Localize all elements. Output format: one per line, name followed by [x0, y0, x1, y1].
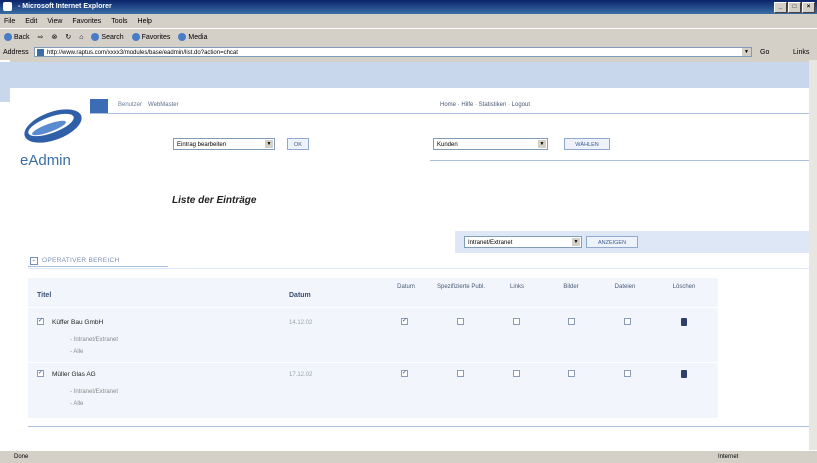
header-title: Titel [37, 292, 52, 299]
back-icon [4, 33, 12, 41]
back-button[interactable]: Back [4, 33, 30, 41]
menu-edit[interactable]: Edit [25, 18, 37, 25]
row-date: 14.12.02 [289, 320, 313, 326]
favorites-button[interactable]: Favorites [131, 33, 170, 41]
go-button[interactable]: Go [760, 49, 769, 56]
datum-checkbox[interactable]: ✓ [401, 318, 408, 325]
status-text: Done [14, 454, 29, 460]
menu-file[interactable]: File [4, 18, 15, 25]
page-icon [37, 49, 44, 56]
chevron-down-icon: ▼ [538, 140, 546, 148]
header-spec: Spezifizierte Publ. [436, 284, 486, 290]
divider [430, 160, 810, 161]
search-button[interactable]: Search [91, 33, 124, 41]
eadmin-logo-icon [24, 109, 82, 143]
files-checkbox[interactable] [624, 318, 631, 325]
ie-icon [3, 2, 12, 11]
media-icon [178, 33, 187, 41]
images-checkbox[interactable] [568, 370, 575, 377]
address-label: Address [3, 49, 29, 56]
action-select[interactable]: Eintrag bearbeiten ▼ [173, 138, 275, 150]
datum-checkbox[interactable]: ✓ [401, 370, 408, 377]
trash-icon[interactable] [681, 370, 687, 378]
menu-help[interactable]: Help [138, 18, 152, 25]
scrollbar[interactable] [809, 60, 817, 450]
filter-select[interactable]: Intranet/Extranet ▼ [464, 236, 582, 248]
stop-icon[interactable]: ⊗ [51, 33, 57, 41]
menu-tools[interactable]: Tools [111, 18, 127, 25]
show-button[interactable]: ANZEIGEN [586, 236, 638, 248]
links-button[interactable]: Links [793, 49, 809, 56]
zone-text: Internet [718, 454, 739, 460]
ok-button[interactable]: OK [287, 138, 309, 150]
chevron-down-icon: ▼ [265, 140, 273, 148]
footer-divider [28, 426, 810, 427]
header-files: Dateien [614, 284, 636, 290]
minimize-button[interactable]: _ [774, 2, 787, 13]
row-select-checkbox[interactable]: ✓ [37, 370, 44, 377]
home-icon[interactable]: ⌂ [79, 34, 83, 41]
nav-accent [90, 99, 108, 113]
links-checkbox[interactable] [513, 318, 520, 325]
row-title[interactable]: Küffer Bau GmbH [52, 319, 103, 326]
top-navigation: Benutzer WebMaster Home · Hilfe · Statist… [90, 99, 817, 114]
forward-icon[interactable]: ⇨ [38, 33, 44, 41]
spec-checkbox[interactable] [457, 318, 464, 325]
window-titlebar: - Microsoft Internet Explorer _ □ × [0, 0, 817, 14]
row-sub-audience: - Alle [70, 401, 84, 407]
menu-favorites[interactable]: Favorites [72, 18, 101, 25]
header-links: Links [509, 284, 524, 290]
header-date: Datum [289, 292, 311, 299]
logo-text: eAdmin [20, 152, 71, 169]
row-title[interactable]: Müller Glas AG [52, 371, 96, 378]
media-button[interactable]: Media [178, 33, 207, 41]
address-bar: Address http://www.raptus.com/xxxx3/modu… [0, 45, 817, 60]
refresh-icon[interactable]: ↻ [65, 33, 71, 41]
maximize-button[interactable]: □ [788, 2, 801, 13]
browser-toolbar: Back ⇨ ⊗ ↻ ⌂ Search Favorites Media [0, 28, 817, 45]
window-title: - Microsoft Internet Explorer [18, 3, 112, 10]
spec-checkbox[interactable] [457, 370, 464, 377]
row-sub-channel: - Intranet/Extranet [70, 337, 119, 343]
search-icon [91, 33, 100, 41]
user-name: WebMaster [148, 102, 179, 108]
row-divider [28, 362, 718, 363]
section-band [28, 268, 810, 269]
page-title: Liste der Einträge [172, 195, 257, 206]
row-sub-audience: - Alle [70, 349, 84, 355]
entries-table [28, 278, 718, 418]
header-delete: Löschen [672, 284, 696, 290]
address-input[interactable]: http://www.raptus.com/xxxx3/modules/base… [34, 47, 752, 57]
header-datum: Datum [397, 284, 415, 290]
choose-button[interactable]: WÄHLEN [564, 138, 610, 150]
files-checkbox[interactable] [624, 370, 631, 377]
row-select-checkbox[interactable]: ✓ [37, 318, 44, 325]
section-divider [28, 266, 168, 267]
header-images: Bilder [563, 284, 579, 290]
menu-view[interactable]: View [47, 18, 62, 25]
row-sub-channel: - Intranet/Extranet [70, 389, 119, 395]
header-divider [28, 307, 718, 308]
menu-bar: File Edit View Favorites Tools Help [0, 14, 817, 28]
category-select[interactable]: Kunden ▼ [433, 138, 548, 150]
close-button[interactable]: × [802, 2, 815, 13]
page-left-edge [0, 60, 10, 450]
row-date: 17.12.02 [289, 372, 313, 378]
links-checkbox[interactable] [513, 370, 520, 377]
expand-icon[interactable]: + [30, 257, 38, 265]
images-checkbox[interactable] [568, 318, 575, 325]
nav-links[interactable]: Home · Hilfe · Statistiken · Logout [440, 102, 530, 108]
user-info: Benutzer WebMaster [118, 102, 179, 108]
favorites-icon [131, 33, 140, 41]
status-bar: Done Internet [0, 450, 817, 463]
section-header[interactable]: + OPERATIVER BEREICH [30, 257, 120, 265]
trash-icon[interactable] [681, 318, 687, 326]
address-dropdown-icon[interactable]: ▼ [742, 48, 751, 56]
chevron-down-icon: ▼ [572, 238, 580, 246]
